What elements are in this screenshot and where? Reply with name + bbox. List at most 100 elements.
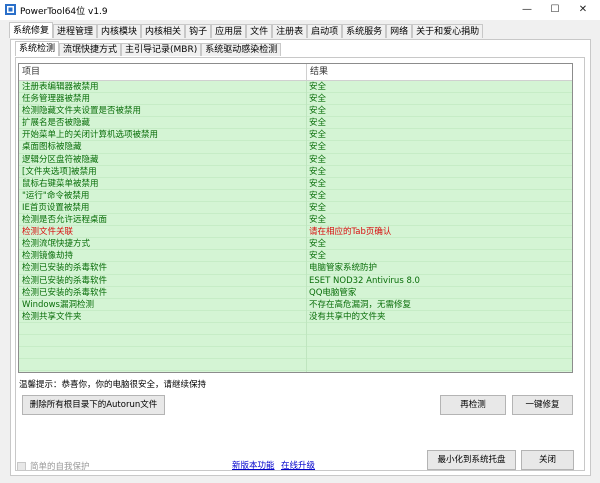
close-window-button[interactable]: ✕ (569, 0, 597, 20)
row-item-cell (22, 335, 304, 347)
table-row[interactable]: 开始菜单上的关闭计算机选项被禁用 安全 (19, 129, 572, 142)
row-result-cell: 电脑管家系统防护 (309, 263, 378, 274)
row-item-cell: 检测已安装的杀毒软件 (22, 287, 108, 298)
table-row[interactable]: Windows漏洞检测 不存在高危漏洞，无需修复 (19, 298, 572, 311)
row-result-cell: 安全 (309, 215, 327, 226)
row-item-cell: 任务管理器被禁用 (22, 94, 91, 105)
table-row[interactable]: 检测已安装的杀毒软件 QQ电脑管家 (19, 286, 572, 299)
row-item-cell: 检测已安装的杀毒软件 (22, 263, 108, 274)
table-row[interactable]: 检测已安装的杀毒软件 ESET NOD32 Antivirus 8.0 (19, 274, 572, 287)
row-item-cell: 逻辑分区盘符被隐藏 (22, 154, 99, 165)
tab-files[interactable]: 文件 (246, 24, 273, 38)
subtab-driver-infection[interactable]: 系统驱动感染检测 (201, 43, 282, 56)
row-result-cell (309, 359, 569, 371)
row-result-cell: 安全 (309, 94, 327, 105)
list-header: 项目 结果 (19, 64, 572, 81)
tab-system-repair[interactable]: 系统修复 (9, 22, 54, 38)
minimize-to-tray-button[interactable]: 最小化到系统托盘 (427, 450, 516, 470)
tab-kernel-related[interactable]: 内核相关 (141, 24, 186, 38)
minimize-button[interactable]: — (513, 0, 541, 20)
table-row[interactable]: 检测文件关联 请在相应的Tab页确认 (19, 226, 572, 239)
tab-kernel-modules[interactable]: 内核模块 (97, 24, 142, 38)
maximize-button[interactable]: ☐ (541, 0, 569, 20)
tab-network[interactable]: 网络 (386, 24, 413, 38)
self-protect-label: 简单的自我保护 (30, 462, 90, 472)
row-result-cell: 安全 (309, 202, 327, 213)
row-result-cell: 不存在高危漏洞，无需修复 (309, 299, 412, 310)
recheck-button[interactable]: 再检测 (440, 395, 506, 415)
column-header-item[interactable]: 项目 (19, 64, 40, 80)
row-result-cell: 安全 (309, 82, 327, 92)
table-row[interactable]: 检测镜像劫持 安全 (19, 250, 572, 263)
tab-process-manager[interactable]: 进程管理 (53, 24, 98, 38)
table-row[interactable] (19, 334, 572, 348)
new-features-link[interactable]: 新版本功能 (232, 459, 275, 471)
subtab-system-check[interactable]: 系统检测 (15, 41, 60, 56)
row-item-cell (22, 359, 304, 371)
table-row[interactable]: 检测隐藏文件夹设置是否被禁用 安全 (19, 105, 572, 118)
tab-hooks[interactable]: 钩子 (185, 24, 212, 38)
table-row[interactable] (19, 359, 572, 372)
row-item-cell: [文件夹选项]被禁用 (22, 166, 97, 177)
table-row[interactable] (19, 322, 572, 335)
table-row[interactable]: 桌面图标被隐藏 安全 (19, 141, 572, 154)
tab-application-layer[interactable]: 应用层 (211, 24, 247, 38)
row-item-cell: 检测流氓快捷方式 (22, 239, 91, 250)
check-results-list[interactable]: 项目 结果 注册表编辑器被禁用 安全 任务管理器被禁用 安全 检测隐藏文件夹设置是否被禁… (18, 63, 573, 373)
row-result-cell: 安全 (309, 118, 327, 129)
row-result-cell: 安全 (309, 190, 327, 201)
row-item-cell: 检测共享文件夹 (22, 311, 82, 322)
app-window: PowerTool64位 v1.9 — ☐ ✕ 系统修复 进程管理 内核模块 内… (0, 0, 600, 483)
main-tabs: 系统修复 进程管理 内核模块 内核相关 钩子 应用层 文件 注册表 启动项 系统… (9, 22, 484, 39)
row-result-cell: 安全 (309, 251, 327, 262)
table-row[interactable]: 逻辑分区盘符被隐藏 安全 (19, 153, 572, 166)
fix-all-button[interactable]: 一键修复 (512, 395, 573, 415)
tab-system-services[interactable]: 系统服务 (342, 24, 387, 38)
row-item-cell: 扩展名是否被隐藏 (22, 118, 91, 129)
tab-registry[interactable]: 注册表 (272, 24, 308, 38)
status-tip: 温馨提示：恭喜你，你的电脑很安全，请继续保持 (19, 380, 207, 390)
table-row[interactable]: 注册表编辑器被禁用 安全 (19, 81, 572, 94)
row-result-cell (309, 323, 569, 335)
table-row[interactable]: 检测共享文件夹 没有共享中的文件夹 (19, 310, 572, 323)
table-row[interactable] (19, 347, 572, 360)
row-item-cell: 检测已安装的杀毒软件 (22, 275, 108, 286)
row-result-cell: 安全 (309, 178, 327, 189)
table-row[interactable]: 检测已安装的杀毒软件 电脑管家系统防护 (19, 262, 572, 275)
row-result-cell (309, 335, 569, 347)
row-item-cell: "运行"命令被禁用 (22, 190, 90, 201)
row-item-cell (22, 347, 304, 359)
table-row[interactable]: "运行"命令被禁用 安全 (19, 189, 572, 202)
row-result-cell: QQ电脑管家 (309, 287, 357, 298)
app-logo-icon (5, 4, 16, 15)
close-button[interactable]: 关闭 (521, 450, 574, 470)
table-row[interactable]: 检测流氓快捷方式 安全 (19, 238, 572, 251)
tab-about-donate[interactable]: 关于和爱心捐助 (412, 24, 484, 38)
table-row[interactable]: [文件夹选项]被禁用 安全 (19, 165, 572, 178)
row-item-cell: 检测隐藏文件夹设置是否被禁用 (22, 106, 142, 117)
row-item-cell (22, 323, 304, 335)
delete-autorun-button[interactable]: 删除所有根目录下的Autorun文件 (22, 395, 165, 415)
row-result-cell: ESET NOD32 Antivirus 8.0 (309, 275, 420, 286)
column-header-result[interactable]: 结果 (307, 64, 328, 80)
table-row[interactable]: 任务管理器被禁用 安全 (19, 93, 572, 106)
table-row[interactable]: 鼠标右键菜单被禁用 安全 (19, 177, 572, 190)
row-item-cell: Windows漏洞检测 (22, 299, 94, 310)
row-item-cell: 检测镜像劫持 (22, 251, 74, 262)
row-result-cell: 请在相应的Tab页确认 (309, 227, 392, 238)
table-row[interactable]: 扩展名是否被隐藏 安全 (19, 117, 572, 130)
subtab-rogue-shortcuts[interactable]: 流氓快捷方式 (59, 43, 122, 56)
sub-tabs: 系统检测 流氓快捷方式 主引导记录(MBR) 系统驱动感染检测 (15, 41, 282, 57)
column-grid-line (306, 81, 307, 372)
subtab-mbr[interactable]: 主引导记录(MBR) (121, 43, 202, 56)
self-protect-checkbox[interactable] (17, 461, 26, 471)
table-row[interactable]: 检测是否允许远程桌面 安全 (19, 214, 572, 227)
window-title: PowerTool64位 v1.9 (20, 7, 108, 17)
tab-startup[interactable]: 启动项 (307, 24, 343, 38)
online-upgrade-link[interactable]: 在线升级 (281, 459, 315, 471)
list-rows: 注册表编辑器被禁用 安全 任务管理器被禁用 安全 检测隐藏文件夹设置是否被禁用 安全 扩展名… (19, 81, 572, 372)
self-protect-option[interactable]: 简单的自我保护 (17, 460, 90, 472)
table-row[interactable]: IE首页设置被禁用 安全 (19, 201, 572, 215)
row-item-cell: 桌面图标被隐藏 (22, 142, 82, 153)
row-item-cell: 鼠标右键菜单被禁用 (22, 178, 99, 189)
